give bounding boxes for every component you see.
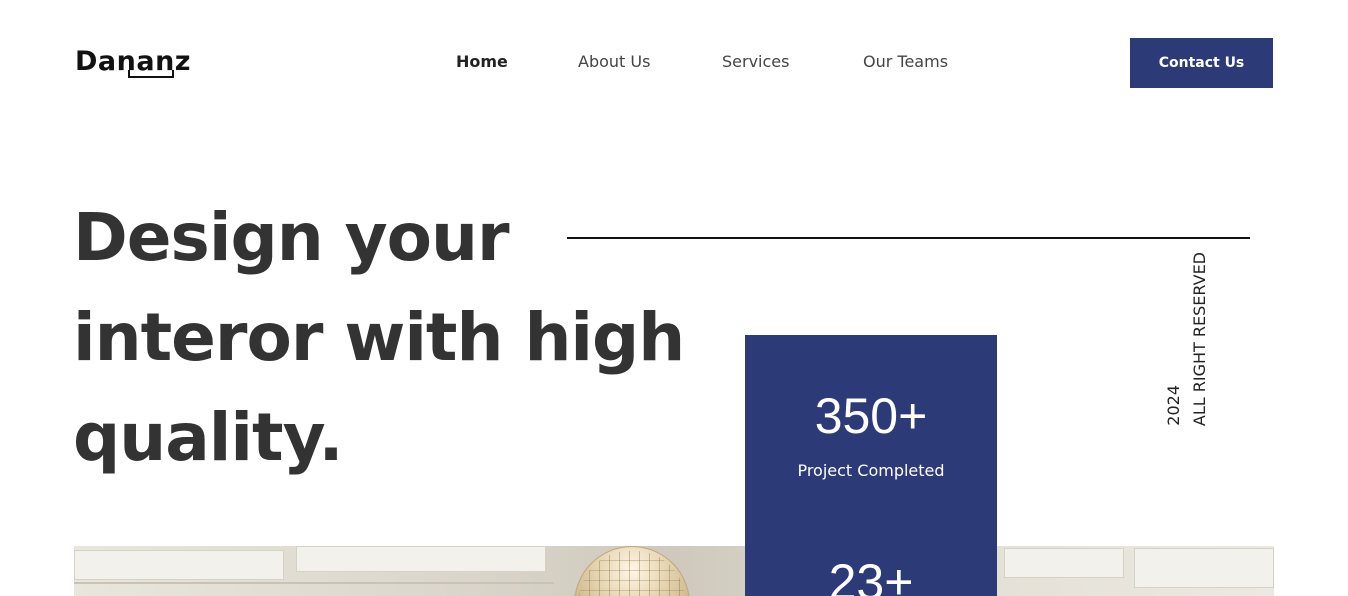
copyright-vertical: 2024 ALL RIGHT RESERVED <box>1164 252 1210 426</box>
page: Dananz Home About Us Services Our Teams … <box>0 0 1348 596</box>
nav-item-services[interactable]: Services <box>722 52 789 71</box>
nav-item-about-us[interactable]: About Us <box>578 52 650 71</box>
stat-label-projects: Project Completed <box>797 461 945 480</box>
cabinet-panel <box>296 546 546 572</box>
hero-divider-line <box>567 237 1250 239</box>
cabinet-panel <box>1004 548 1124 578</box>
stat-value-second: 23+ <box>828 554 914 596</box>
logo-mark-icon <box>128 70 174 78</box>
contact-us-button[interactable]: Contact Us <box>1130 38 1273 88</box>
window-panel <box>1134 548 1274 588</box>
nav-item-our-teams[interactable]: Our Teams <box>863 52 948 71</box>
cabinet-panel <box>74 550 284 580</box>
nav-item-home[interactable]: Home <box>456 52 508 71</box>
stats-card: 350+ Project Completed 23+ <box>745 335 997 596</box>
hero-interior-image <box>74 546 1274 596</box>
hero-title-line-3: quality. <box>73 399 344 476</box>
hero-title-line-2: interor with high <box>73 299 685 376</box>
stat-value-projects: 350+ <box>814 388 928 444</box>
chandelier-grid <box>579 551 685 596</box>
logo[interactable]: Dananz <box>75 46 191 78</box>
hero-title: Design your interor with high quality. <box>73 188 753 488</box>
copyright-text: ALL RIGHT RESERVED <box>1190 251 1209 426</box>
shelf-line <box>74 582 554 584</box>
chandelier-icon <box>574 546 690 596</box>
copyright-year: 2024 <box>1164 385 1183 426</box>
